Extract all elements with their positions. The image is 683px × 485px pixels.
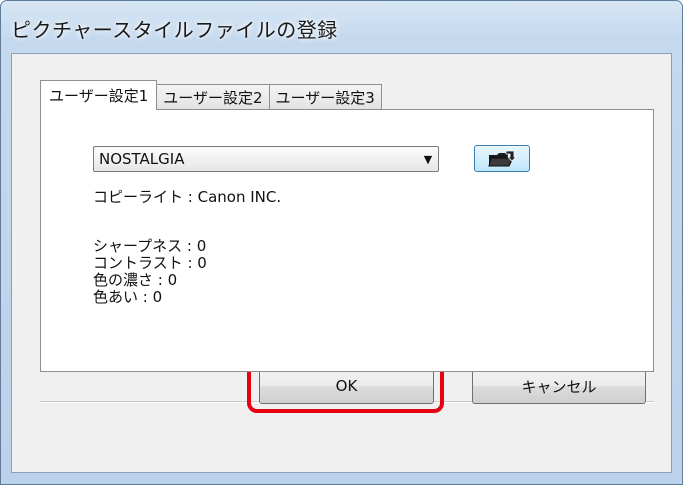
contrast-label: コントラスト : 0 bbox=[93, 254, 207, 272]
open-folder-icon bbox=[488, 150, 517, 166]
title-bar: ピクチャースタイルファイルの登録 bbox=[11, 11, 338, 45]
tab-user-setting-3[interactable]: ユーザー設定3 bbox=[268, 84, 382, 110]
color-tone-label: 色あい : 0 bbox=[93, 288, 163, 306]
window-title: ピクチャースタイルファイルの登録 bbox=[11, 17, 338, 42]
copyright-label: コピーライト : Canon INC. bbox=[93, 188, 282, 206]
dialog-client-area: ユーザー設定1 ユーザー設定2 ユーザー設定3 NOSTALGIA ▼ コピーラ… bbox=[11, 53, 672, 473]
picture-style-select[interactable]: NOSTALGIA ▼ bbox=[93, 146, 439, 172]
dialog-window: ピクチャースタイルファイルの登録 ユーザー設定1 ユーザー設定2 ユーザー設定3… bbox=[0, 0, 683, 485]
tab-strip: ユーザー設定1 ユーザー設定2 ユーザー設定3 bbox=[40, 80, 382, 110]
sharpness-label: シャープネス : 0 bbox=[93, 237, 207, 255]
open-file-button[interactable] bbox=[474, 145, 530, 172]
triangle-down-icon: ▼ bbox=[423, 152, 433, 166]
tab-user-setting-1[interactable]: ユーザー設定1 bbox=[40, 80, 158, 110]
tab-user-setting-2[interactable]: ユーザー設定2 bbox=[156, 84, 270, 110]
ok-button[interactable]: OK bbox=[259, 368, 434, 404]
saturation-label: 色の濃さ : 0 bbox=[93, 271, 178, 289]
tab-panel: NOSTALGIA ▼ コピーライト : Canon INC. シャープネス :… bbox=[40, 109, 654, 372]
picture-style-select-value: NOSTALGIA bbox=[99, 150, 185, 168]
cancel-button[interactable]: キャンセル bbox=[472, 368, 646, 404]
